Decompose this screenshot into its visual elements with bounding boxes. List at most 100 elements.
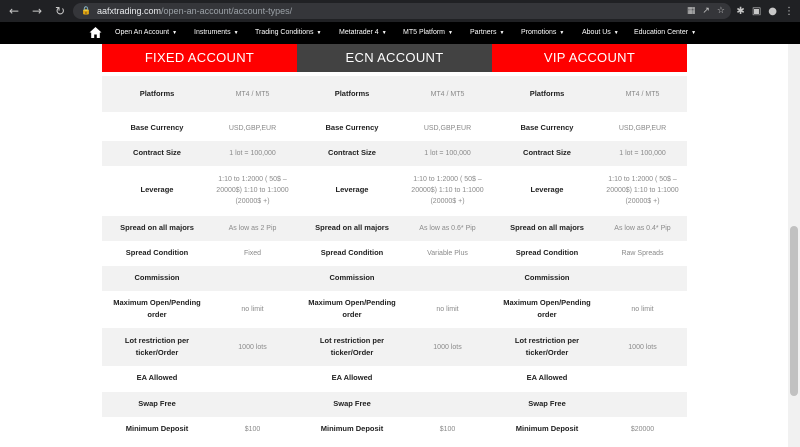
row-label: Commission [524, 273, 570, 282]
extensions-icon[interactable]: ✱ [736, 6, 744, 17]
table-row: Minimum Deposit $100 [297, 416, 492, 442]
row-value: USD,GBP,EUR [228, 124, 277, 132]
address-bar[interactable]: 🔒 aafxtrading.com/open-an-account/accoun… [73, 3, 731, 19]
table-row: Contract Size 1 lot = 100,000 [102, 140, 297, 166]
row-label: Contract Size [328, 148, 376, 157]
row-value: As low as 2 Pip [228, 224, 277, 232]
row-label: Lot restriction per ticker/Order [319, 336, 385, 357]
ecn-account-header: ECN ACCOUNT [297, 44, 492, 72]
table-row: Spread on all majors As low as 0.4* Pip [492, 215, 687, 241]
row-label: Commission [329, 273, 375, 282]
nav-promotions[interactable]: Promotions ▼ [521, 22, 564, 44]
table-row: Base Currency USD,GBP,EUR [102, 115, 297, 141]
row-value: 1 lot = 100,000 [619, 149, 666, 157]
nav-education-center[interactable]: Education Center ▼ [634, 22, 696, 44]
table-row: Spread Condition Fixed [102, 240, 297, 266]
scrollbar-thumb[interactable] [790, 226, 798, 396]
row-label: Lot restriction per ticker/Order [124, 336, 190, 357]
nav-trading-conditions[interactable]: Trading Conditions ▼ [255, 22, 321, 44]
fixed-account-column: FIXED ACCOUNT [102, 44, 297, 72]
row-label: Swap Free [528, 399, 566, 408]
table-row: Lot restriction per ticker/Order 1000 lot… [297, 328, 492, 366]
row-label: Spread Condition [125, 248, 189, 257]
lock-icon: 🔒 [81, 6, 91, 15]
ecn-account-column: ECN ACCOUNT [297, 44, 492, 72]
translate-icon[interactable]: ▦ [687, 6, 696, 16]
menu-kebab-icon[interactable]: ⋮ [784, 6, 794, 17]
table-row: Leverage 1:10 to 1:2000 ( 50$ – 20000$) 1… [102, 166, 297, 214]
table-row: Commission [297, 265, 492, 291]
nav-partners[interactable]: Partners ▼ [470, 22, 504, 44]
row-label: Base Currency [130, 123, 184, 132]
row-label: Leverage [530, 185, 564, 194]
row-value: 1:10 to 1:2000 ( 50$ – 20000$) 1:10 to 1… [411, 175, 484, 205]
caret-down-icon: ▼ [691, 30, 697, 36]
row-label: EA Allowed [331, 373, 373, 382]
row-label: Commission [134, 273, 180, 282]
fixed-account-header: FIXED ACCOUNT [102, 44, 297, 72]
table-row: Platforms MT4 / MT5 [492, 76, 687, 112]
row-label: Contract Size [523, 148, 571, 157]
caret-down-icon: ▼ [381, 30, 387, 36]
row-label: Spread on all majors [510, 223, 584, 232]
row-label: Platforms [139, 89, 175, 98]
nav-metatrader-4[interactable]: Metatrader 4 ▼ [339, 22, 387, 44]
row-label: Base Currency [520, 123, 574, 132]
table-row: Platforms MT4 / MT5 [297, 76, 492, 112]
row-label: Swap Free [138, 399, 176, 408]
row-label: Spread Condition [320, 248, 384, 257]
caret-down-icon: ▼ [172, 30, 178, 36]
row-label: Swap Free [333, 399, 371, 408]
row-value: 1 lot = 100,000 [424, 149, 471, 157]
sidebar-icon[interactable]: ▣ [752, 6, 761, 17]
caret-down-icon: ▼ [559, 30, 565, 36]
row-value: 1:10 to 1:2000 ( 50$ – 20000$) 1:10 to 1… [216, 175, 289, 205]
row-value: MT4 / MT5 [625, 90, 660, 98]
nav-mt5-platform[interactable]: MT5 Platform ▼ [403, 22, 453, 44]
row-value: no limit [631, 305, 654, 313]
nav-open-an-account[interactable]: Open An Account ▼ [115, 22, 177, 44]
row-value: MT4 / MT5 [235, 90, 270, 98]
row-label: Leverage [335, 185, 369, 194]
page-margin-left [0, 44, 102, 447]
row-label: Maximum Open/Pending order [503, 298, 591, 319]
table-row: Platforms MT4 / MT5 [102, 76, 297, 112]
reload-icon[interactable]: ↻ [51, 2, 69, 20]
row-label: Maximum Open/Pending order [113, 298, 201, 319]
row-label: Lot restriction per ticker/Order [514, 336, 580, 357]
account-types-table: FIXED ACCOUNT ECN ACCOUNT VIP ACCOUNT Pl… [102, 44, 687, 447]
nav-instruments[interactable]: Instruments ▼ [194, 22, 239, 44]
row-value: 1000 lots [238, 343, 267, 351]
row-value: 1000 lots [628, 343, 657, 351]
row-value: no limit [436, 305, 459, 313]
row-label: Contract Size [133, 148, 181, 157]
caret-down-icon: ▼ [499, 30, 505, 36]
table-row: Commission [492, 265, 687, 291]
row-label: Minimum Deposit [320, 424, 384, 433]
bookmark-star-icon[interactable]: ☆ [717, 6, 725, 16]
home-icon[interactable] [89, 26, 102, 39]
table-row: Swap Free [492, 391, 687, 417]
row-value: 1 lot = 100,000 [229, 149, 276, 157]
share-icon[interactable]: ↗ [702, 6, 710, 16]
caret-down-icon: ▼ [448, 30, 453, 36]
row-value: USD,GBP,EUR [423, 124, 472, 132]
nav-about-us[interactable]: About Us ▼ [582, 22, 619, 44]
profile-icon[interactable]: ● [768, 6, 777, 17]
table-row: Spread on all majors As low as 0.6* Pip [297, 215, 492, 241]
row-label: Spread Condition [515, 248, 579, 257]
table-row: Base Currency USD,GBP,EUR [297, 115, 492, 141]
table-row: Maximum Open/Pending order no limit [297, 290, 492, 328]
row-value: $20000 [630, 425, 655, 433]
row-value: MT4 / MT5 [430, 90, 465, 98]
forward-icon[interactable]: → [28, 2, 46, 20]
row-label: Spread on all majors [315, 223, 389, 232]
back-icon[interactable]: ← [5, 2, 23, 20]
row-label: EA Allowed [526, 373, 568, 382]
row-label: Maximum Open/Pending order [308, 298, 396, 319]
table-row: Leverage 1:10 to 1:2000 ( 50$ – 20000$) 1… [297, 166, 492, 214]
page-margin-right [687, 44, 788, 447]
row-value: As low as 0.4* Pip [614, 224, 671, 232]
table-row: Spread Condition Raw Spreads [492, 240, 687, 266]
row-value: Fixed [243, 249, 262, 257]
